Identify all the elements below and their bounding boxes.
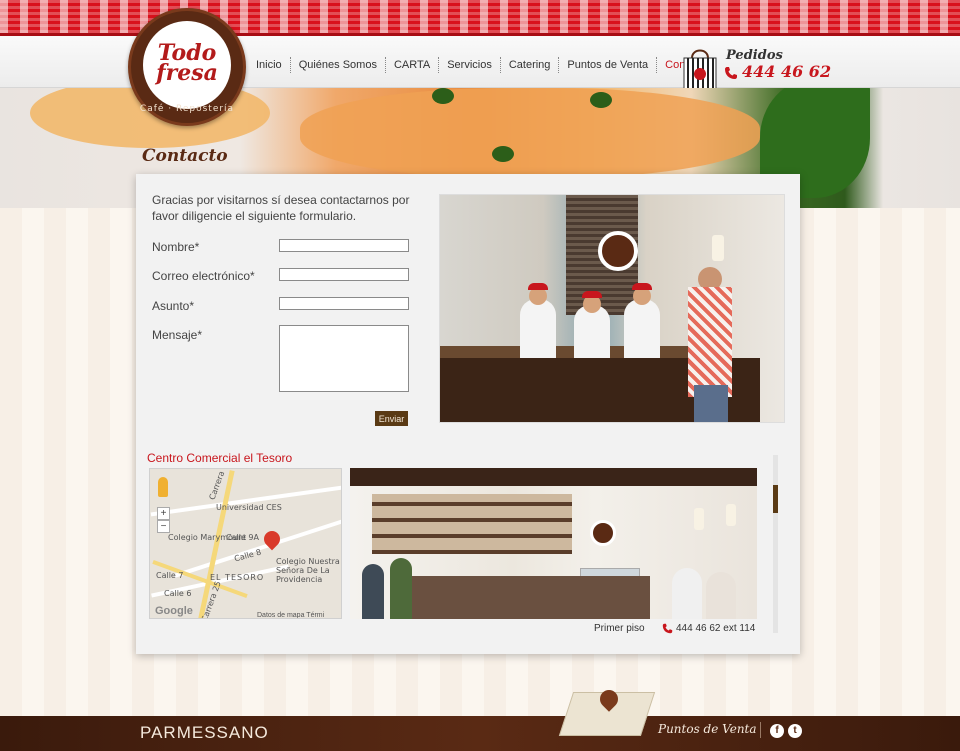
message-label: Mensaje* xyxy=(152,328,203,342)
photo-staff-cap xyxy=(528,283,548,290)
contact-panel: Gracias por visitarnos sí desea contacta… xyxy=(136,174,800,654)
facebook-icon[interactable]: f xyxy=(770,724,784,738)
page-title: Contacto xyxy=(142,146,228,166)
location-scrollbar-thumb[interactable] xyxy=(773,485,778,513)
pedidos-label: Pedidos xyxy=(726,48,783,63)
google-logo: Google xyxy=(155,605,193,617)
logo-title: Todo fresa xyxy=(156,40,218,86)
map-label-calle-9a: Calle 9A xyxy=(226,533,259,542)
store-person xyxy=(706,572,736,619)
nav-item-quienes-somos[interactable]: Quiénes Somos xyxy=(289,57,385,73)
store-lamp xyxy=(694,508,704,530)
store-lamp xyxy=(726,504,736,526)
subject-label: Asunto* xyxy=(152,299,195,313)
store-person xyxy=(390,558,412,619)
logo[interactable]: Todo fresa Café · Repostería xyxy=(128,8,246,126)
form-intro: Gracias por visitarnos sí desea contacta… xyxy=(152,193,410,223)
nav-item-catering[interactable]: Catering xyxy=(499,57,559,73)
message-field[interactable] xyxy=(279,325,409,392)
store-person xyxy=(362,564,384,619)
location-phone: 444 46 62 ext 114 xyxy=(676,623,756,634)
store-photo xyxy=(350,468,757,619)
email-field[interactable] xyxy=(279,268,409,281)
main-nav: Inicio Quiénes Somos CARTA Servicios Cat… xyxy=(252,56,717,74)
nav-item-carta[interactable]: CARTA xyxy=(384,57,438,73)
store-shelf xyxy=(372,494,572,554)
phone-icon xyxy=(662,623,673,634)
logo-inner: Todo fresa xyxy=(143,21,231,109)
hero-herb xyxy=(432,88,454,104)
photo-lamp xyxy=(712,235,724,261)
location-map[interactable]: + − Universidad CES Colegio Marymount Co… xyxy=(149,468,342,619)
street-view-pegman-icon[interactable] xyxy=(158,477,168,497)
footer-puntos-de-venta-link[interactable]: Puntos de Venta xyxy=(658,722,757,736)
nav-item-servicios[interactable]: Servicios xyxy=(438,57,500,73)
photo-staff-cap xyxy=(632,283,652,290)
logo-subtitle: Café · Repostería xyxy=(139,104,235,114)
location-title: Centro Comercial el Tesoro xyxy=(147,451,293,465)
nav-item-puntos-de-venta[interactable]: Puntos de Venta xyxy=(558,57,656,73)
map-label-calle-6: Calle 6 xyxy=(164,589,192,598)
map-terms-link[interactable]: Datos de mapa Térmi xyxy=(257,612,324,618)
shopping-bag-icon[interactable] xyxy=(682,44,718,94)
email-label: Correo electrónico* xyxy=(152,269,255,283)
footer-brand[interactable]: PARMESSANO xyxy=(140,723,269,743)
nav-item-inicio[interactable]: Inicio xyxy=(252,57,290,73)
map-label-providencia: Colegio Nuestra Señora De La Providencia xyxy=(276,557,340,584)
hero-herb xyxy=(590,92,612,108)
location-floor: Primer piso xyxy=(594,623,645,634)
store-counter xyxy=(410,576,650,619)
photo-customer-legs xyxy=(694,385,728,422)
footer-separator xyxy=(760,722,761,738)
store-ceiling xyxy=(350,468,757,486)
store-wall-logo xyxy=(590,520,616,546)
location-scrollbar[interactable] xyxy=(773,455,778,633)
map-zoom-out-button[interactable]: − xyxy=(157,520,170,533)
cafe-photo xyxy=(439,194,785,423)
photo-wall-logo xyxy=(598,231,638,271)
name-field[interactable] xyxy=(279,239,409,252)
submit-button[interactable]: Enviar xyxy=(375,411,408,426)
hero-herb xyxy=(492,146,514,162)
name-label: Nombre* xyxy=(152,240,200,254)
pedidos-phone[interactable]: 444 46 62 xyxy=(742,62,831,81)
subject-field[interactable] xyxy=(279,297,409,310)
hero-pastry-main xyxy=(300,88,760,178)
twitter-icon[interactable]: t xyxy=(788,724,802,738)
photo-customer xyxy=(688,287,732,397)
phone-icon xyxy=(725,67,737,79)
photo-staff-cap xyxy=(582,291,602,298)
map-zoom-in-button[interactable]: + xyxy=(157,507,170,520)
map-label-universidad: Universidad CES xyxy=(216,503,282,512)
footer: PARMESSANO xyxy=(0,716,960,751)
store-person xyxy=(672,568,702,619)
map-label-calle-7: Calle 7 xyxy=(156,571,184,580)
map-label-calle-8: Calle 8 xyxy=(233,547,263,564)
